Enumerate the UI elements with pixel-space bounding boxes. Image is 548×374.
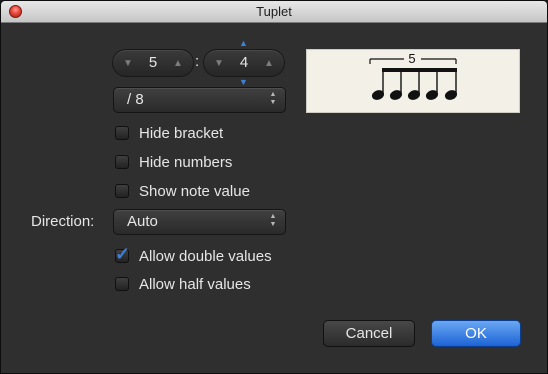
show-note-value-option[interactable]: Show note value <box>115 181 250 201</box>
show-note-value-label: Show note value <box>139 182 250 200</box>
checkmark-icon: ✓ <box>115 244 131 264</box>
allow-double-values-option[interactable]: ✓ Allow double values <box>115 244 272 266</box>
decrement-arrow-icon[interactable]: ▼ <box>117 50 139 76</box>
allow-half-values-option[interactable]: Allow half values <box>115 274 251 294</box>
focus-down-arrow-icon: ▼ <box>239 77 248 87</box>
ratio-separator: : <box>195 53 200 70</box>
allow-half-values-checkbox[interactable] <box>115 277 129 291</box>
ok-button[interactable]: OK <box>431 320 521 347</box>
hide-numbers-checkbox[interactable] <box>115 155 129 169</box>
hide-bracket-label: Hide bracket <box>139 124 224 142</box>
allow-double-values-checkbox[interactable]: ✓ <box>115 244 130 264</box>
direction-popup[interactable]: Auto ▲ ▼ <box>113 209 286 235</box>
allow-double-values-label: Allow double values <box>139 247 272 265</box>
note-value-popup[interactable]: / 8 ▲ ▼ <box>113 87 286 113</box>
increment-arrow-icon[interactable]: ▲ <box>167 50 189 76</box>
denominator-value[interactable]: 4 <box>230 50 258 76</box>
title-bar: Tuplet <box>1 1 547 23</box>
tuplet-number: 5 <box>408 51 415 66</box>
window-title: Tuplet <box>256 4 292 19</box>
note-value-text: / 8 <box>127 91 144 108</box>
hide-numbers-label: Hide numbers <box>139 153 233 171</box>
hide-bracket-checkbox[interactable] <box>115 126 129 140</box>
notation-preview-icon: 5 <box>369 51 458 100</box>
tuplet-dialog: Tuplet ▼ 5 ▲ : ▲ ▼ 4 ▲ ▼ / 8 ▲ ▼ 5 Hide … <box>0 0 548 374</box>
direction-label: Direction: <box>31 213 95 230</box>
hide-bracket-option[interactable]: Hide bracket <box>115 123 223 143</box>
tuplet-denominator-stepper[interactable]: ▼ 4 ▲ <box>203 49 285 77</box>
allow-half-values-label: Allow half values <box>139 275 251 293</box>
hide-numbers-option[interactable]: Hide numbers <box>115 152 232 172</box>
decrement-arrow-icon[interactable]: ▼ <box>208 50 230 76</box>
tuplet-preview: 5 <box>306 49 520 113</box>
focus-up-arrow-icon: ▲ <box>239 38 248 48</box>
show-note-value-checkbox[interactable] <box>115 184 129 198</box>
direction-value: Auto <box>127 213 158 230</box>
increment-arrow-icon[interactable]: ▲ <box>258 50 280 76</box>
numerator-value[interactable]: 5 <box>139 50 167 76</box>
tuplet-numerator-stepper[interactable]: ▼ 5 ▲ <box>112 49 194 77</box>
popup-arrows-icon: ▲ ▼ <box>269 213 277 228</box>
popup-arrows-icon: ▲ ▼ <box>269 91 277 106</box>
cancel-button[interactable]: Cancel <box>323 320 415 347</box>
